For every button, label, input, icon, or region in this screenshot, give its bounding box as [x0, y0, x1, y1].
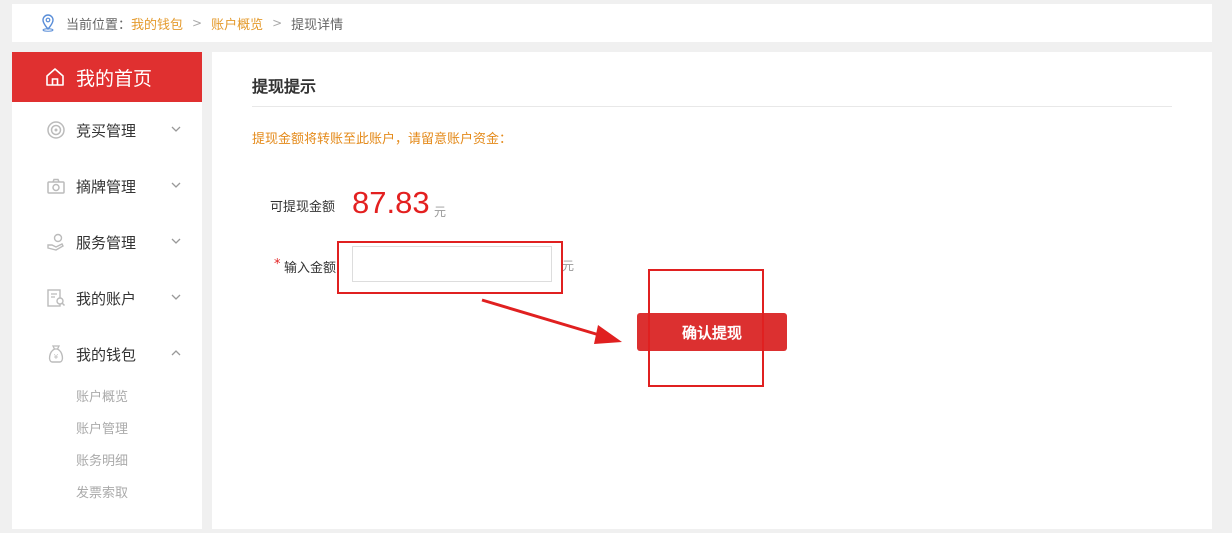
- submenu-item-account-management[interactable]: 账户管理: [76, 414, 202, 446]
- amount-unit: 元: [562, 259, 575, 273]
- amount-input[interactable]: [352, 246, 552, 282]
- submenu-item-overview[interactable]: 账户概览: [76, 382, 202, 414]
- section-title: 提现提示: [252, 77, 1172, 107]
- sidebar-item-wallet[interactable]: ¥ 我的钱包: [12, 326, 202, 382]
- breadcrumb-current: 提现详情: [291, 17, 344, 33]
- account-icon: [47, 289, 66, 307]
- chevron-down-icon: [171, 294, 181, 300]
- required-mark: *: [274, 257, 281, 272]
- amount-label: 输入金额: [284, 261, 337, 276]
- money-bag-icon: ¥: [48, 345, 64, 363]
- sidebar-item-label: 我的账户: [76, 289, 137, 308]
- sidebar-item-account[interactable]: 我的账户: [12, 270, 202, 326]
- chevron-right-icon: >: [192, 16, 203, 30]
- location-pin-icon: [42, 14, 54, 32]
- submenu-item-invoice[interactable]: 发票索取: [76, 478, 202, 510]
- main-panel: 提现提示 提现金额将转账至此账户，请留意账户资金： 可提现金额 87.83 元 …: [212, 52, 1212, 529]
- chevron-right-icon: >: [272, 16, 283, 30]
- wallet-submenu: 账户概览 账户管理 账务明细 发票索取: [12, 382, 202, 510]
- sidebar-item-label: 竞买管理: [76, 121, 137, 140]
- balance-label: 可提现金额: [270, 200, 336, 215]
- sidebar-item-label: 我的钱包: [76, 345, 137, 364]
- breadcrumb: 当前位置： 我的钱包 > 账户概览 > 提现详情: [12, 4, 1212, 42]
- chevron-up-icon: [171, 350, 181, 356]
- sidebar-item-bidding[interactable]: 竞买管理: [12, 102, 202, 158]
- svg-text:¥: ¥: [54, 353, 59, 361]
- breadcrumb-prefix: 当前位置：: [66, 17, 132, 33]
- confirm-withdraw-button[interactable]: 确认提现: [637, 313, 787, 351]
- withdraw-notice: 提现金额将转账至此账户，请留意账户资金：: [252, 132, 513, 147]
- hand-icon: [47, 233, 64, 251]
- camera-icon: [47, 178, 65, 194]
- submenu-item-transactions[interactable]: 账务明细: [76, 446, 202, 478]
- sidebar-item-label: 服务管理: [76, 233, 137, 252]
- balance-value: 87.83: [352, 185, 430, 220]
- sidebar-item-label: 我的首页: [76, 67, 153, 90]
- balance-unit: 元: [434, 205, 447, 219]
- sidebar-item-label: 摘牌管理: [76, 177, 137, 196]
- chevron-down-icon: [171, 238, 181, 244]
- target-icon: [47, 121, 65, 139]
- home-icon: [46, 68, 64, 86]
- sidebar: 我的首页 竞买管理 摘牌管理 服务管理 我的账户 ¥ 我的钱包 账户概览 账户管…: [12, 52, 202, 529]
- chevron-down-icon: [171, 182, 181, 188]
- breadcrumb-link-overview[interactable]: 账户概览: [211, 14, 263, 33]
- sidebar-item-service[interactable]: 服务管理: [12, 214, 202, 270]
- chevron-down-icon: [171, 126, 181, 132]
- breadcrumb-link-wallet[interactable]: 我的钱包: [131, 14, 183, 33]
- sidebar-item-home[interactable]: 我的首页: [12, 52, 202, 102]
- sidebar-item-delisting[interactable]: 摘牌管理: [12, 158, 202, 214]
